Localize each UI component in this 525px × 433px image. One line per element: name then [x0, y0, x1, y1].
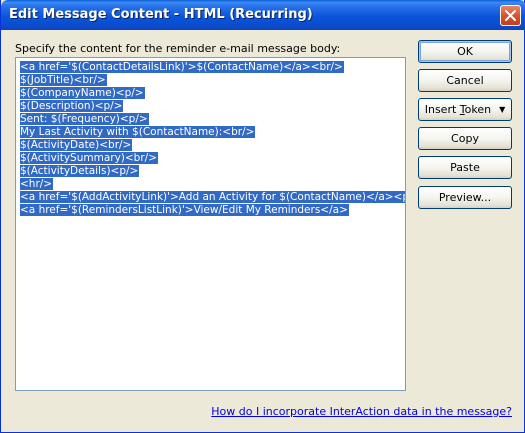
close-icon: [505, 10, 516, 21]
editor-line: $(ActivitySummary)<br/>: [20, 152, 158, 164]
paste-button[interactable]: Paste: [418, 156, 512, 179]
title-bar[interactable]: Edit Message Content - HTML (Recurring): [1, 0, 525, 30]
editor-line: My Last Activity with $(ContactName):<br…: [20, 126, 256, 138]
dialog-window: Edit Message Content - HTML (Recurring) …: [0, 0, 525, 433]
editor-line: $(JobTitle)<br/>: [20, 74, 107, 86]
editor-line: Sent: $(Frequency)<p/>: [20, 113, 149, 125]
copy-button[interactable]: Copy: [418, 127, 512, 150]
insert-token-button[interactable]: Insert Token ▼: [418, 98, 512, 121]
content-prompt-label: Specify the content for the reminder e-m…: [15, 42, 341, 55]
cancel-button[interactable]: Cancel: [418, 69, 512, 92]
editor-line: $(ActivityDetails)<p/>: [20, 165, 140, 177]
window-title: Edit Message Content - HTML (Recurring): [9, 7, 313, 22]
editor-line: <a href='$(ContactDetailsLink)'>$(Contac…: [20, 61, 344, 73]
ok-button[interactable]: OK: [418, 40, 512, 63]
editor-line: $(Description)<p/>: [20, 100, 124, 112]
close-button[interactable]: [500, 5, 521, 26]
editor-line: <a href='$(RemindersListLink)'>View/Edit…: [20, 204, 349, 216]
editor-line: $(ActivityDate)<br/>: [20, 139, 133, 151]
editor-line: $(CompanyName)<p/>: [20, 87, 145, 99]
editor-line: <a href='$(AddActivityLink)'>Add an Acti…: [20, 191, 405, 204]
message-body-editor[interactable]: <a href='$(ContactDetailsLink)'>$(Contac…: [15, 57, 406, 391]
preview-button[interactable]: Preview...: [418, 186, 512, 209]
help-link[interactable]: How do I incorporate InterAction data in…: [211, 405, 512, 418]
dropdown-arrow-icon: ▼: [499, 105, 506, 114]
editor-line: <hr/>: [20, 178, 54, 190]
insert-token-label: Insert Token: [424, 103, 492, 116]
